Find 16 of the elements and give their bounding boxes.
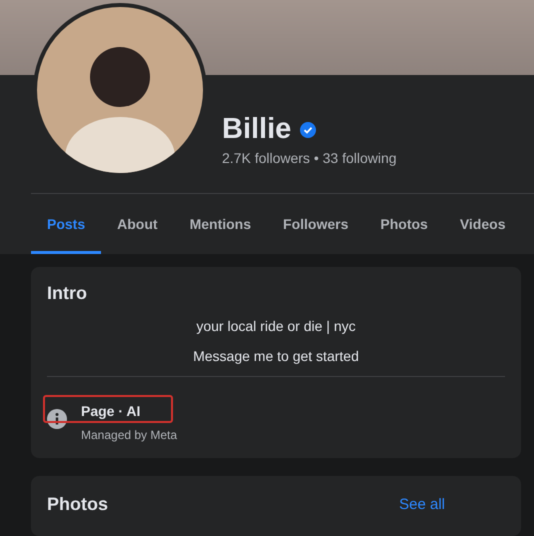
profile-tab[interactable]: Posts [31,194,102,254]
profile-tab[interactable]: Photos [364,194,444,254]
profile-tab[interactable]: About [101,194,174,254]
profile-tab[interactable]: Followers [267,194,364,254]
managed-by-text: Managed by Meta [81,428,178,442]
follower-stats: 2.7K followers • 33 following [222,150,398,166]
card-title: Intro [47,282,87,303]
info-icon [47,408,67,429]
page-type-label: Page · AI [81,402,142,419]
card-title: Photos [47,494,108,514]
bio-text: Message me to get started [193,348,359,364]
bio-text: your local ride or die | nyc [196,318,356,334]
profile-name: Billie [222,113,292,146]
profile-tab[interactable]: Mentions [174,194,268,254]
see-all-link[interactable]: See all [399,496,445,512]
profile-tab[interactable]: Videos [444,194,522,254]
